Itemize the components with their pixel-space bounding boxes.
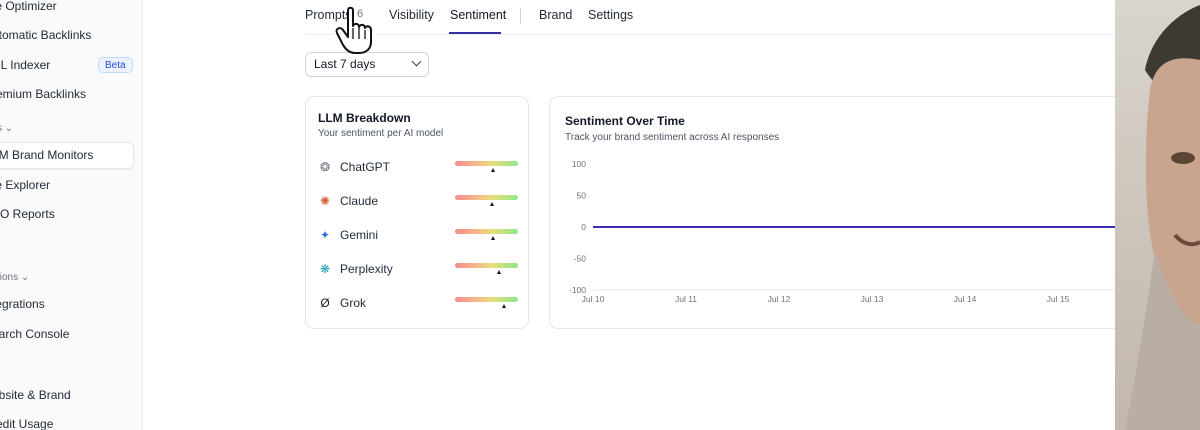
sentiment-bar bbox=[455, 161, 518, 166]
sentiment-marker bbox=[489, 202, 494, 206]
sidebar-section-connections[interactable]: ctions ⌄ bbox=[0, 272, 29, 283]
tab-brand[interactable]: Brand bbox=[539, 8, 572, 22]
grok-icon: Ø bbox=[320, 296, 330, 310]
x-tick-label: Jul 12 bbox=[768, 294, 791, 304]
sidebar-section-analytics[interactable]: cs ⌄ bbox=[0, 123, 13, 134]
perplexity-icon: ❋ bbox=[319, 262, 331, 276]
hand-cursor-icon bbox=[335, 6, 372, 54]
tab-visibility[interactable]: Visibility bbox=[389, 8, 434, 22]
y-tick-label: -50 bbox=[574, 254, 587, 264]
tab-sentiment[interactable]: Sentiment bbox=[450, 8, 506, 22]
chevron-down-icon: ⌄ bbox=[4, 123, 14, 134]
sentiment-marker bbox=[490, 236, 495, 240]
sentiment-bar bbox=[455, 229, 518, 234]
x-tick-label: Jul 13 bbox=[861, 294, 884, 304]
sidebar-item-credit-usage[interactable]: redit Usage bbox=[0, 411, 53, 430]
sentiment-bar bbox=[455, 263, 518, 268]
sidebar-item-site-explorer[interactable]: te Explorer bbox=[0, 172, 50, 198]
section-label: cs bbox=[0, 123, 2, 134]
sidebar-item-search-console[interactable]: earch Console bbox=[0, 321, 69, 347]
llm-name: ChatGPT bbox=[340, 160, 391, 174]
chevron-down-icon: ⌄ bbox=[20, 272, 30, 283]
section-label: ctions bbox=[0, 272, 19, 283]
claude-icon: ✺ bbox=[319, 194, 331, 208]
chevron-down-icon bbox=[411, 56, 422, 67]
sidebar-item-seo-reports[interactable]: EO Reports bbox=[0, 201, 55, 227]
sentiment-marker bbox=[502, 304, 507, 308]
sentiment-marker bbox=[497, 270, 502, 274]
tabs-divider-line bbox=[305, 34, 1115, 35]
llm-row-gemini: ✦ Gemini bbox=[318, 226, 518, 246]
sidebar-item-llm-brand-monitors[interactable]: LM Brand Monitors bbox=[0, 142, 93, 168]
gemini-icon: ✦ bbox=[319, 228, 331, 242]
x-tick-label: Jul 11 bbox=[675, 294, 697, 304]
sentiment-bar bbox=[455, 297, 518, 302]
llm-name: Gemini bbox=[340, 228, 379, 242]
sidebar-item-automatic-backlinks[interactable]: utomatic Backlinks bbox=[0, 22, 91, 48]
tab-settings[interactable]: Settings bbox=[588, 8, 633, 22]
llm-row-claude: ✺ Claude bbox=[318, 192, 518, 212]
llm-name: Claude bbox=[340, 194, 379, 208]
webcam-overlay bbox=[1115, 0, 1200, 430]
y-tick-label: 50 bbox=[577, 191, 587, 201]
sidebar-item-url-indexer[interactable]: RL Indexer bbox=[0, 52, 50, 78]
date-range-value: Last 7 days bbox=[314, 57, 376, 71]
llm-name: Grok bbox=[340, 296, 367, 310]
llm-row-chatgpt: ❂ ChatGPT bbox=[318, 158, 518, 178]
chatgpt-icon: ❂ bbox=[319, 160, 331, 174]
presenter-image bbox=[1125, 5, 1200, 430]
x-tick-label: Jul 15 bbox=[1047, 294, 1070, 304]
sidebar-item-premium-backlinks[interactable]: remium Backlinks bbox=[0, 81, 86, 107]
llm-breakdown-card: LLM Breakdown Your sentiment per AI mode… bbox=[305, 96, 529, 329]
sidebar-item-website-brand[interactable]: ebsite & Brand bbox=[0, 382, 71, 408]
beta-badge: Beta bbox=[98, 57, 133, 73]
sidebar: te Optimizer utomatic Backlinks RL Index… bbox=[0, 0, 143, 430]
llm-row-perplexity: ❋ Perplexity bbox=[318, 260, 518, 280]
sentiment-over-time-card: Sentiment Over Time Track your brand sen… bbox=[549, 96, 1130, 329]
tab-divider bbox=[520, 8, 521, 24]
sidebar-item-site-optimizer[interactable]: te Optimizer bbox=[0, 0, 57, 19]
y-tick-label: 0 bbox=[581, 222, 586, 232]
sentiment-marker bbox=[490, 168, 495, 172]
x-tick-label: Jul 14 bbox=[954, 294, 977, 304]
x-tick-label: Jul 10 bbox=[582, 294, 605, 304]
sidebar-item-integrations[interactable]: tegrations bbox=[0, 291, 45, 317]
llm-name: Perplexity bbox=[340, 262, 393, 276]
sentiment-bar bbox=[455, 195, 518, 200]
llm-row-grok: Ø Grok bbox=[318, 294, 518, 314]
llm-breakdown-title: LLM Breakdown bbox=[318, 111, 411, 125]
llm-breakdown-subtitle: Your sentiment per AI model bbox=[318, 128, 444, 139]
y-tick-label: 100 bbox=[572, 159, 586, 169]
sentiment-line-chart: 100500-50-100Jul 10 Jul 11 Jul 12 Jul 13 Jul… bbox=[569, 159, 1130, 304]
